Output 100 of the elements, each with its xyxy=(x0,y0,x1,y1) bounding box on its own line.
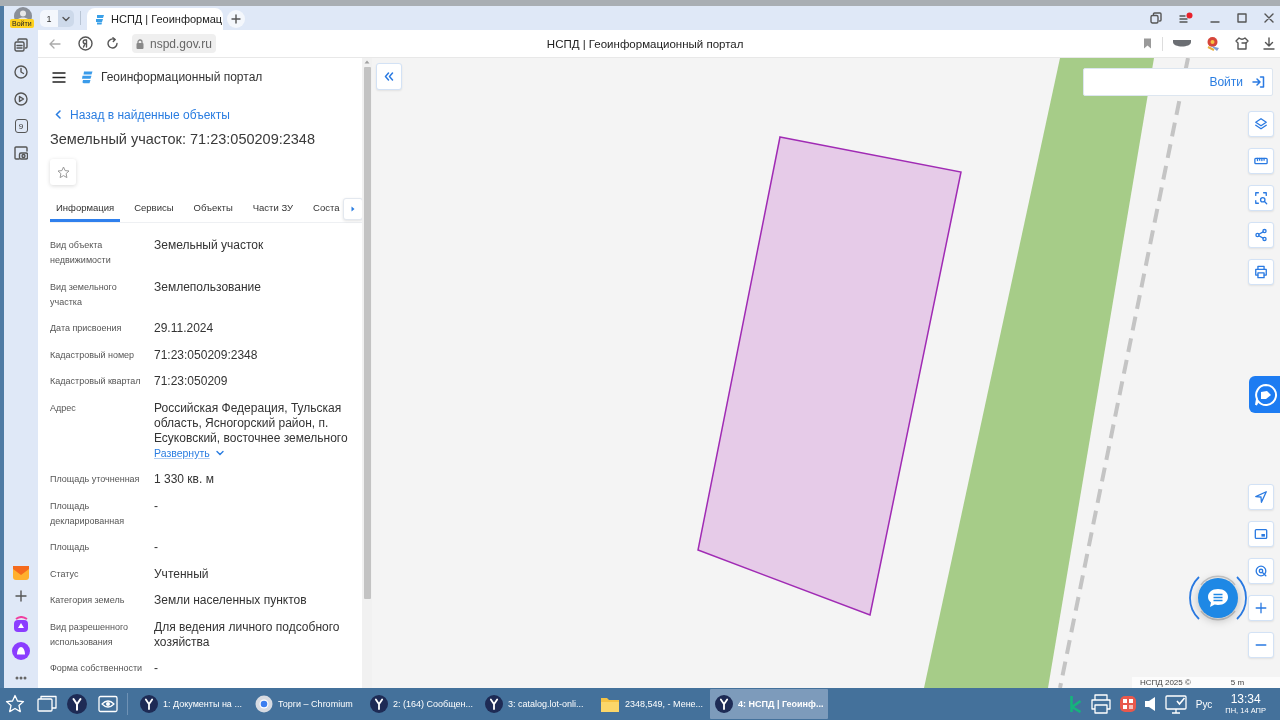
address-field[interactable]: nspd.gov.ru xyxy=(132,34,216,53)
eye-window-icon[interactable] xyxy=(98,695,118,713)
panel-tab[interactable]: Части ЗУ xyxy=(246,202,300,222)
back-link[interactable]: Назад в найденные объекты xyxy=(70,107,230,122)
navigate-button[interactable] xyxy=(1248,484,1274,510)
new-tab-button[interactable] xyxy=(227,10,245,28)
star-icon[interactable] xyxy=(5,694,25,714)
chevron-left-icon[interactable] xyxy=(55,110,61,119)
area-select-button[interactable] xyxy=(1248,185,1274,211)
browser-tab[interactable]: НСПД | Геоинформац xyxy=(87,8,223,30)
grid-app-icon[interactable] xyxy=(1118,695,1137,713)
folder-icon xyxy=(600,695,620,713)
property-value: - xyxy=(154,498,159,514)
plus-icon xyxy=(231,14,241,24)
close-icon[interactable] xyxy=(1264,13,1274,23)
property-value: Земли населенных пунктов xyxy=(154,593,308,608)
minimap-button[interactable] xyxy=(1248,521,1274,547)
printer-icon[interactable] xyxy=(1089,694,1112,714)
property-label: Кадастровый квартал xyxy=(50,375,142,388)
app-tile-icon[interactable] xyxy=(13,616,29,632)
property-value: - xyxy=(154,661,159,676)
property-value: - xyxy=(154,540,159,555)
property-value: 29.11.2024 xyxy=(154,321,215,336)
panel-tab[interactable]: Информация xyxy=(50,202,121,222)
play-icon[interactable] xyxy=(14,92,28,106)
picture-in-picture-icon xyxy=(1254,527,1268,541)
speaker-icon[interactable] xyxy=(1143,696,1158,712)
locate-button[interactable] xyxy=(1248,558,1274,584)
menu-icon[interactable] xyxy=(52,71,66,83)
panel-tab[interactable]: Соста xyxy=(307,202,346,222)
app-logo-icon xyxy=(370,695,388,713)
menu-notification-icon[interactable] xyxy=(1179,12,1193,24)
browser-icon xyxy=(255,695,273,713)
maximize-icon[interactable] xyxy=(1237,13,1247,23)
measure-button[interactable] xyxy=(1248,148,1274,174)
scrollbar-thumb[interactable] xyxy=(363,67,371,599)
portal-logo-icon xyxy=(81,70,93,84)
login-icon xyxy=(1252,76,1265,88)
print-icon xyxy=(1254,265,1268,279)
app-logo-icon[interactable] xyxy=(67,694,87,714)
feedback-button[interactable] xyxy=(1249,376,1280,413)
target-icon xyxy=(1254,564,1268,578)
sidebar-app-button[interactable]: 9 xyxy=(14,119,28,133)
download-icon[interactable] xyxy=(1263,37,1275,50)
taskbar-task[interactable]: 1: Документы на ... xyxy=(135,689,243,719)
property-value: Земельный участок xyxy=(154,238,265,253)
tabs-icon[interactable] xyxy=(14,38,28,52)
property-label: Статус xyxy=(50,567,80,581)
clock-icon[interactable] xyxy=(14,65,28,79)
scroll-up-icon[interactable] xyxy=(364,60,370,64)
keyboard-layout[interactable]: Рус xyxy=(1195,698,1213,710)
login-button[interactable]: Войти xyxy=(1209,75,1265,89)
expand-link[interactable]: Развернуть xyxy=(154,447,210,459)
property-value: 71:23:050209 xyxy=(154,374,229,389)
object-title: Земельный участок: 71:23:050209:2348 xyxy=(50,130,316,149)
taskbar-task[interactable]: 4: НСПД | Геоинф... xyxy=(710,689,829,719)
medal-icon[interactable] xyxy=(1205,35,1221,52)
camera-icon[interactable] xyxy=(14,146,28,160)
chat-button[interactable] xyxy=(1198,578,1238,618)
layers-icon xyxy=(1254,117,1268,131)
chevron-down-icon[interactable] xyxy=(215,450,224,456)
tab-list-button[interactable] xyxy=(58,10,74,27)
collapse-panel-button[interactable] xyxy=(376,63,402,90)
taskbar-task[interactable]: 3: catalog.lot-onli... xyxy=(480,689,588,719)
property-label: Площадь xyxy=(50,541,91,554)
favorite-button[interactable] xyxy=(50,159,76,185)
back-icon[interactable] xyxy=(49,38,61,49)
print-button[interactable] xyxy=(1248,259,1274,285)
reload-icon[interactable] xyxy=(106,37,119,50)
caret-right-icon xyxy=(351,205,356,212)
monitor-check-icon[interactable] xyxy=(1164,694,1187,714)
taskbar-task[interactable]: Торги – Chromium xyxy=(250,689,358,719)
collections-icon[interactable] xyxy=(1150,12,1162,24)
portal-name: Геоинформационный портал xyxy=(101,70,263,84)
property-value: 71:23:050209:2348 xyxy=(154,347,259,363)
share-button[interactable] xyxy=(1248,222,1274,248)
app-circle-icon[interactable] xyxy=(12,642,30,660)
panel-tab[interactable]: Сервисы xyxy=(128,202,180,222)
zoom-in-button[interactable] xyxy=(1248,595,1274,621)
semicircle-icon[interactable] xyxy=(1173,38,1191,49)
clock-time: 13:34 xyxy=(1230,693,1261,706)
speech-bubble-icon xyxy=(1254,382,1278,407)
bookmark-icon[interactable] xyxy=(1143,38,1152,49)
property-label: Вид земельного участка xyxy=(50,280,118,309)
share-icon xyxy=(1254,228,1268,242)
lock-icon xyxy=(136,38,144,49)
tab-counter[interactable]: 1 xyxy=(40,10,58,27)
panel-tab[interactable]: Объекты xyxy=(187,202,239,222)
plus-icon[interactable] xyxy=(15,590,27,602)
zoom-out-button[interactable] xyxy=(1248,632,1274,658)
taskbar-task[interactable]: 2: (164) Сообщен... xyxy=(365,689,473,719)
property-label: Адрес xyxy=(50,401,77,415)
select-area-icon xyxy=(1254,191,1268,205)
double-chevron-left-icon xyxy=(384,72,394,81)
more-icon[interactable] xyxy=(15,676,27,680)
browser-logo-icon[interactable] xyxy=(78,36,93,51)
layers-button[interactable] xyxy=(1248,111,1274,137)
shirt-icon[interactable] xyxy=(1235,37,1249,50)
windows-icon[interactable] xyxy=(37,695,57,713)
taskbar-task[interactable]: 2348,549, - Мене... xyxy=(595,689,703,719)
